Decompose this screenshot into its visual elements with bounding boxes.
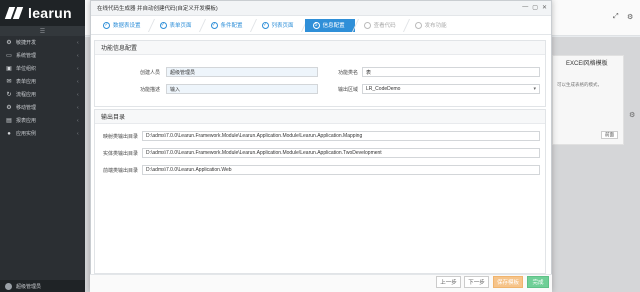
wizard-step-label: 条件配置 — [220, 23, 243, 29]
output-dir-field[interactable]: D:\adms\7.0.0\Learun.Framework.Module\Le… — [142, 131, 540, 141]
sidebar-item-label: 系统管理 — [16, 53, 37, 59]
check-circle-icon: ✓ — [159, 21, 167, 29]
save-template-button[interactable]: 保存模板 — [493, 276, 523, 288]
excel-template-button[interactable]: 前面 — [601, 131, 618, 139]
chevron-right-icon: ‹ — [77, 52, 79, 59]
section-title: 功能信息配置 — [95, 41, 545, 55]
wizard-step[interactable]: ✓ 数据表设置 — [95, 19, 151, 32]
excel-template-title: EXCEl风格模板 — [566, 61, 608, 67]
sidebar-item[interactable]: ⚙ 移动管理 ‹ — [0, 101, 85, 114]
output-dir-field[interactable]: D:\adms\7.0.0\Learun.Framework.Module\Le… — [142, 148, 540, 158]
func-name-label: 功能类名 — [337, 70, 358, 76]
section-title: 输出目录 — [95, 110, 545, 124]
output-dir-label: 实体类输出目录 — [102, 151, 138, 157]
sidebar-item[interactable]: ● 应用实例 ‹ — [0, 127, 85, 140]
close-icon[interactable]: ✕ — [542, 4, 547, 11]
sidebar-item-label: 敏捷开发 — [16, 40, 37, 46]
chevron-right-icon: ‹ — [77, 91, 79, 98]
wizard-step-label: 发布功能 — [424, 23, 447, 29]
creator-field[interactable]: 超级管理员 — [166, 67, 318, 77]
creator-label: 创建人员 — [139, 70, 160, 76]
pending-circle-icon — [363, 21, 371, 29]
mobile-gear-icon: ⚙ — [6, 105, 12, 111]
sidebar-item-label: 流程应用 — [16, 92, 37, 98]
sidebar-item-label: 应用实例 — [16, 131, 37, 137]
wizard-step-label: 数据表设置 — [113, 23, 141, 29]
chevron-right-icon: ‹ — [77, 104, 79, 111]
func-desc-field[interactable]: 输入 — [166, 84, 318, 94]
check-circle-icon: ✓ — [103, 21, 110, 29]
sidebar-item-label: 移动管理 — [16, 105, 37, 111]
finish-button[interactable]: 完成 — [527, 276, 549, 288]
wizard-step-label: 列表页面 — [271, 23, 294, 29]
monitor-icon: ▭ — [6, 53, 12, 59]
sidebar-item[interactable]: ↻ 流程应用 ‹ — [0, 88, 85, 101]
user-name: 超级管理员 — [16, 283, 42, 290]
logo: learun — [0, 0, 85, 26]
prev-button[interactable]: 上一步 — [436, 276, 461, 288]
output-dir-label: 映射类输出目录 — [102, 134, 138, 140]
output-area-select[interactable]: LR_CodeDemo ▾ — [362, 84, 540, 94]
minimize-icon[interactable]: — — [522, 4, 528, 11]
sidebar-item[interactable]: ▭ 系统管理 ‹ — [0, 49, 85, 62]
sidebar-item-label: 单位组织 — [16, 66, 37, 72]
output-area-label: 输出区域 — [337, 87, 358, 93]
chevron-down-icon: ▾ — [533, 86, 536, 92]
wizard-step-label: 信息配置 — [322, 23, 345, 29]
output-area-value: LR_CodeDemo — [366, 86, 401, 92]
wizard-step[interactable]: ✓ 列表页面 — [254, 19, 304, 32]
avatar — [5, 282, 12, 290]
wizard-step[interactable]: 发布功能 — [407, 19, 457, 32]
output-dir-field[interactable]: D:\adms\7.0.0\Learun.Application.Web — [142, 165, 540, 175]
report-icon: ▤ — [6, 118, 12, 124]
sidebar-item-label: 报表应用 — [16, 118, 37, 124]
chevron-right-icon: ‹ — [77, 130, 79, 137]
chevron-right-icon: ‹ — [77, 65, 79, 72]
chevron-right-icon: ‹ — [77, 78, 79, 85]
wizard-step[interactable]: 5 信息配置 — [304, 18, 355, 32]
wizard-step-label: 表单页面 — [169, 23, 192, 29]
wizard-step[interactable]: ✓ 条件配置 — [203, 19, 253, 32]
gear-icon: ⚙ — [6, 40, 12, 46]
chevron-right-icon: ‹ — [77, 39, 79, 46]
func-desc-label: 功能描述 — [139, 87, 160, 93]
gear-icon[interactable]: ⚙ — [629, 111, 635, 119]
sidebar-item[interactable]: ▣ 单位组织 ‹ — [0, 62, 85, 75]
current-user[interactable]: 超级管理员 — [0, 280, 85, 292]
flow-icon: ↻ — [6, 92, 12, 98]
check-circle-icon: ✓ — [210, 21, 218, 29]
sidebar-item-label: 表单应用 — [16, 79, 37, 85]
logo-mark-icon — [4, 7, 24, 19]
sidebar: learun ☰ ⚙ 敏捷开发 ‹ ▭ 系统管理 ‹ ▣ 单位组织 ‹ ✉ 表单应用 ‹ ↻ 流程应用 ‹ ⚙… — [0, 0, 85, 292]
wizard-steps: ✓ 数据表设置 ✓ 表单页面 ✓ 条件配置 ✓ 列表页面 5 信息配置 查看代码 发布功能 — [91, 16, 551, 35]
output-dir-label: 前端类输出目录 — [102, 168, 138, 174]
next-button[interactable]: 下一步 — [464, 276, 489, 288]
dialog-header: 在线代码生成器 并自动创建代码(自定义开发模板) — ▢ ✕ — [91, 1, 551, 16]
pending-circle-icon — [414, 21, 422, 29]
sidebar-item[interactable]: ▤ 报表应用 ‹ — [0, 114, 85, 127]
wizard-step[interactable]: 查看代码 — [356, 19, 406, 32]
wizard-step-label: 查看代码 — [373, 23, 396, 29]
sidebar-item[interactable]: ✉ 表单应用 ‹ — [0, 75, 85, 88]
org-icon: ▣ — [6, 66, 12, 72]
settings-icon[interactable]: ⚙ — [627, 13, 633, 21]
chevron-right-icon: ‹ — [77, 117, 79, 124]
maximize-icon[interactable]: ⤢ — [613, 13, 619, 21]
app-icon: ● — [7, 130, 11, 137]
mail-icon: ✉ — [6, 79, 12, 85]
sidebar-item[interactable]: ⚙ 敏捷开发 ‹ — [0, 36, 85, 49]
sidebar-toggle[interactable]: ☰ — [0, 26, 85, 36]
excel-template-desc: 可以生成表格的模式， — [557, 82, 602, 87]
wizard-step[interactable]: ✓ 表单页面 — [152, 19, 202, 32]
logo-text: learun — [28, 5, 72, 21]
check-circle-icon: ✓ — [261, 21, 269, 29]
step-number: 5 — [312, 21, 320, 29]
maximize-icon[interactable]: ▢ — [532, 4, 538, 11]
dialog-title: 在线代码生成器 并自动创建代码(自定义开发模板) — [97, 6, 218, 12]
func-name-field[interactable]: 表 — [362, 67, 540, 77]
